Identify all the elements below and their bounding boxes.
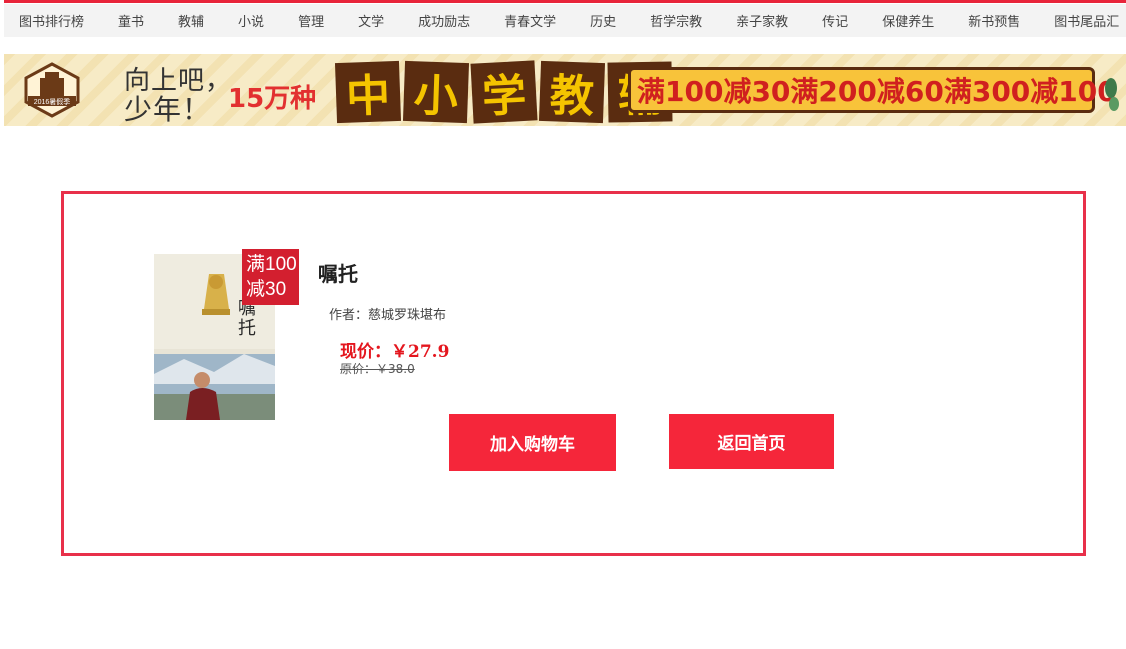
nav-item[interactable]: 成功励志 (401, 11, 487, 30)
add-to-cart-button[interactable]: 加入购物车 (449, 414, 616, 471)
nav-item[interactable]: 文学 (341, 11, 401, 30)
promo-banner[interactable]: 2016暑假季 向上吧， 少年！ 15万种 中 小 学 教 辅 满100减30 … (4, 54, 1126, 126)
original-price-label: 原价： (340, 362, 377, 376)
banner-tile: 小 (402, 60, 470, 124)
current-price: ￥27.9 (391, 342, 450, 362)
leaf-icon (1105, 78, 1119, 111)
nav-item[interactable]: 历史 (573, 11, 633, 30)
banner-tile: 中 (334, 60, 402, 124)
current-price-row: 现价：￥27.9 (340, 337, 449, 362)
promo-tag-line2: 减30 (246, 279, 287, 300)
product-card: 嘱 托 满100 减30 嘱托 作者：慈城罗珠堪布 现价：￥27.9 原价：￥3… (61, 191, 1086, 556)
banner-tile: 教 (538, 60, 606, 124)
author-name: 慈城罗珠堪布 (368, 308, 447, 323)
nav-item[interactable]: 小说 (221, 11, 281, 30)
nav-item[interactable]: 图书排行榜 (4, 11, 101, 30)
nav-item[interactable]: 哲学宗教 (633, 11, 719, 30)
banner-promo: 满300减100 (943, 75, 1117, 108)
nav-item[interactable]: 亲子家教 (719, 11, 805, 30)
banner-title-tiles: 中 小 学 教 辅 (334, 60, 673, 124)
nav-item[interactable]: 教辅 (161, 11, 221, 30)
nav-item[interactable]: 保健养生 (865, 11, 951, 30)
nav-item[interactable]: 童书 (101, 11, 161, 30)
banner-promo-box: 满100减30 满200减60 满300减100 (628, 67, 1117, 113)
author-row: 作者：慈城罗珠堪布 (329, 304, 446, 323)
book-title: 嘱托 (318, 262, 358, 286)
price-label: 现价： (340, 342, 391, 362)
nav-item[interactable]: 图书尾品汇 (1037, 11, 1126, 30)
promo-tag-line1: 满100 (246, 254, 297, 275)
nav-item[interactable]: 青春文学 (487, 11, 573, 30)
banner-tile: 学 (470, 60, 538, 124)
nav-item[interactable]: 管理 (281, 11, 341, 30)
svg-text:2016暑假季: 2016暑假季 (34, 97, 71, 106)
back-home-button[interactable]: 返回首页 (669, 414, 834, 469)
nav-item[interactable]: 传记 (805, 11, 865, 30)
summer-badge-icon: 2016暑假季 (24, 62, 80, 118)
svg-text:托: 托 (238, 318, 256, 339)
nav-item[interactable]: 新书预售 (951, 11, 1037, 30)
promo-tag: 满100 减30 (242, 249, 299, 305)
banner-slogan-line2: 少年！ (124, 93, 212, 126)
category-nav: 图书排行榜 童书 教辅 小说 管理 文学 成功励志 青春文学 历史 哲学宗教 亲子家教 传记 保健养生新… (4, 4, 1126, 37)
original-price: ￥38.0 (376, 362, 415, 376)
banner-promo: 满200减60 (790, 75, 944, 108)
original-price-row: 原价：￥38.0 (340, 360, 415, 377)
top-accent-line (4, 0, 1126, 3)
author-label: 作者： (329, 308, 369, 323)
banner-count: 15万种 (228, 84, 317, 114)
banner-promo: 满100减30 (637, 75, 791, 108)
